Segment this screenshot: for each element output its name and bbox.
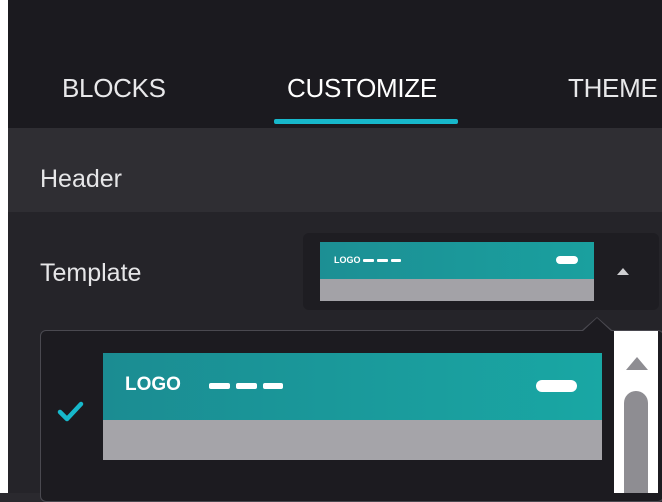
template-logo-text: LOGO <box>334 255 361 265</box>
template-label: Template <box>40 259 142 287</box>
button-placeholder <box>556 256 578 264</box>
nav-placeholder <box>236 383 257 389</box>
tab-bar <box>8 0 662 128</box>
nav-placeholder <box>363 259 374 262</box>
caret-up-icon[interactable] <box>617 268 629 275</box>
nav-placeholder <box>263 383 283 389</box>
section-title: Header <box>40 165 122 193</box>
checkmark-icon <box>57 401 84 422</box>
template-logo-text: LOGO <box>125 374 181 395</box>
scroll-up-arrow-icon[interactable] <box>626 357 648 370</box>
dropdown-pointer <box>583 318 611 331</box>
tab-theme[interactable]: THEME <box>568 73 658 104</box>
scrollbar-thumb[interactable] <box>624 391 648 493</box>
template-option-header-band: LOGO <box>103 353 602 420</box>
button-placeholder <box>536 380 577 392</box>
template-option[interactable]: LOGO <box>103 353 602 460</box>
tab-blocks[interactable]: BLOCKS <box>62 73 166 104</box>
window-edge <box>0 0 8 493</box>
tab-customize[interactable]: CUSTOMIZE <box>287 73 437 104</box>
template-preview-header-band: LOGO <box>320 242 594 279</box>
active-tab-indicator <box>274 119 458 124</box>
nav-placeholder <box>391 259 401 262</box>
selected-template-preview[interactable]: LOGO <box>320 242 594 301</box>
nav-placeholder <box>209 383 230 389</box>
nav-placeholder <box>377 259 388 262</box>
